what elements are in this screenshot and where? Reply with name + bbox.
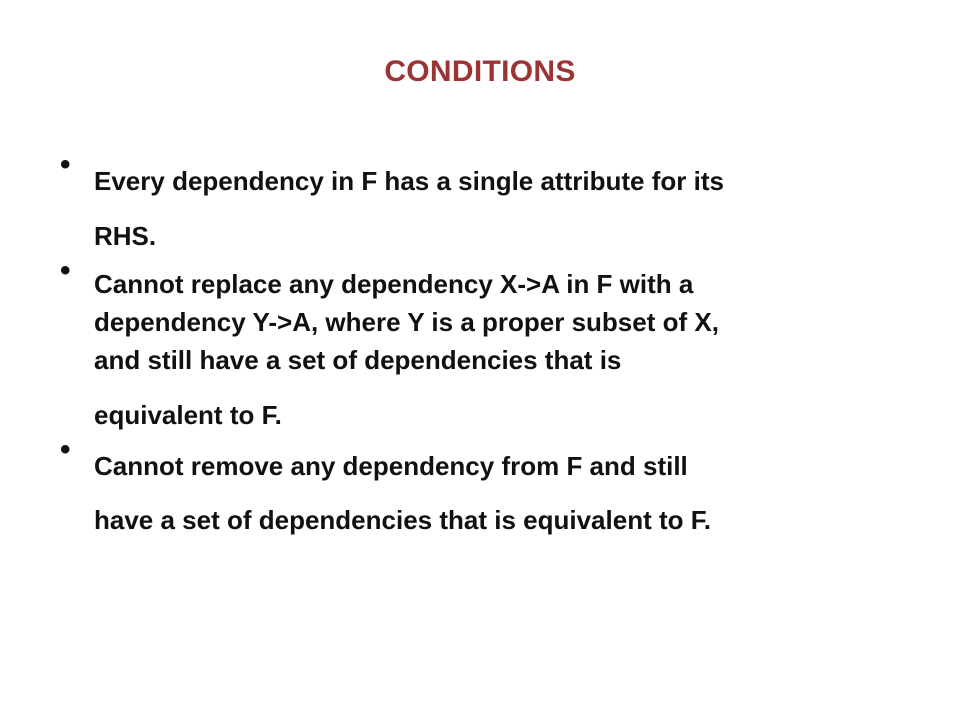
bullet-2-line-1: Cannot replace any dependency X->A in F …: [94, 269, 694, 299]
slide-title: CONDITIONS: [384, 55, 576, 88]
bullet-2-line-2: dependency Y->A, where Y is a proper sub…: [94, 307, 719, 337]
bullet-1-line-1: Every dependency in F has a single attri…: [94, 166, 724, 196]
bullet-1-line-2: RHS.: [94, 221, 157, 251]
bullet-2-line-4: equivalent to F.: [94, 400, 282, 430]
bullet-3-marker: •: [60, 433, 71, 466]
slide: CONDITIONS • Every dependency in F has a…: [0, 0, 960, 720]
bullet-1-marker: •: [60, 148, 71, 181]
bullet-2-line-3: and still have a set of dependencies tha…: [94, 345, 622, 375]
bullet-2-marker: •: [60, 254, 71, 287]
bullet-3-line-1: Cannot remove any dependency from F and …: [94, 451, 688, 481]
bullet-3-line-2: have a set of dependencies that is equiv…: [94, 505, 711, 535]
